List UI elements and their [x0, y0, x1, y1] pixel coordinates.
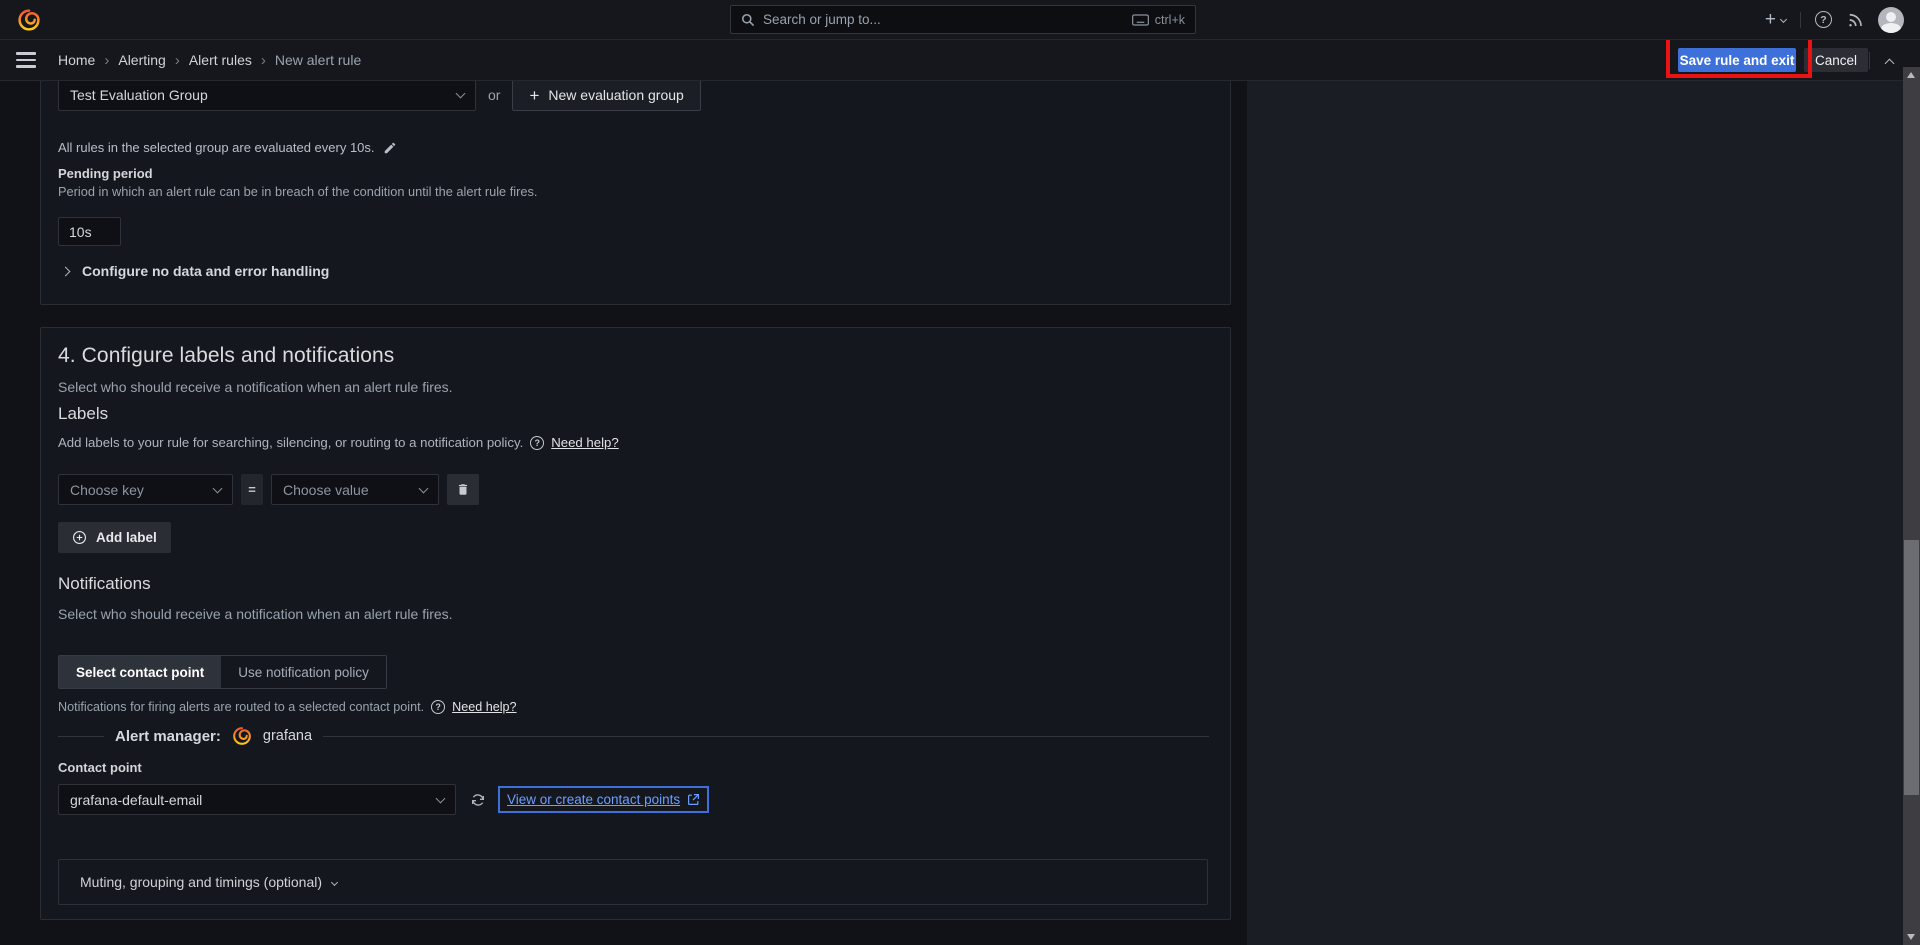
tab-use-notification-policy[interactable]: Use notification policy: [221, 656, 386, 688]
labels-description: Add labels to your rule for searching, s…: [58, 435, 523, 450]
pending-period-description: Period in which an alert rule can be in …: [58, 183, 578, 202]
alert-manager-value: grafana: [263, 728, 312, 744]
search-placeholder: Search or jump to...: [763, 12, 881, 27]
equals-badge: =: [241, 474, 263, 505]
add-menu-button[interactable]: +: [1765, 9, 1786, 31]
plus-icon: +: [1765, 9, 1776, 31]
section-title: 4. Configure labels and notifications: [58, 344, 394, 368]
divider: [1869, 52, 1870, 69]
notifications-need-help-link[interactable]: Need help?: [452, 700, 516, 714]
evaluation-behavior-card: Test Evaluation Group or + New evaluatio…: [40, 80, 1231, 305]
external-link-icon: [687, 793, 700, 806]
delete-label-button[interactable]: [447, 474, 479, 505]
alert-manager-label: Alert manager:: [115, 728, 221, 745]
label-value-select[interactable]: Choose value: [271, 474, 439, 505]
refresh-contact-points-button[interactable]: [470, 792, 486, 808]
page-header-bar: Home › Alerting › Alert rules › New aler…: [0, 40, 1920, 81]
menu-toggle-icon[interactable]: [16, 52, 36, 68]
view-contact-points-link[interactable]: View or create contact points: [500, 788, 707, 811]
top-navigation-bar: Search or jump to... ctrl+k + ?: [0, 0, 1920, 40]
notifications-heading: Notifications: [58, 574, 151, 594]
search-shortcut: ctrl+k: [1155, 13, 1185, 27]
contact-point-select[interactable]: grafana-default-email: [58, 784, 456, 815]
collapse-chevron-up-button[interactable]: [1886, 54, 1893, 70]
contact-point-label: Contact point: [58, 760, 142, 775]
search-input[interactable]: Search or jump to... ctrl+k: [730, 5, 1196, 34]
breadcrumb-separator: ›: [104, 52, 109, 69]
grafana-logo-icon: [232, 726, 252, 746]
evaluation-interval-note: All rules in the selected group are eval…: [58, 140, 375, 155]
help-icon: ?: [431, 700, 445, 714]
pending-period-label: Pending period: [58, 166, 153, 181]
notification-mode-radio-group: Select contact point Use notification po…: [58, 655, 387, 689]
chevron-down-icon: [436, 793, 446, 803]
no-data-error-handling-toggle[interactable]: Configure no data and error handling: [62, 263, 329, 279]
divider: [1800, 12, 1801, 28]
label-value-placeholder: Choose value: [283, 482, 412, 498]
chevron-down-icon: [331, 878, 338, 885]
evaluation-group-value: Test Evaluation Group: [70, 87, 449, 103]
keyboard-icon: [1132, 14, 1149, 26]
scroll-down-arrow-icon[interactable]: [1907, 934, 1915, 940]
breadcrumb-alert-rules[interactable]: Alert rules: [189, 52, 252, 68]
breadcrumb-home[interactable]: Home: [58, 52, 95, 68]
breadcrumb-separator: ›: [261, 52, 266, 69]
plus-circle-icon: [72, 530, 87, 545]
breadcrumb-alerting[interactable]: Alerting: [118, 52, 165, 68]
labels-notifications-card: 4. Configure labels and notifications Se…: [40, 327, 1231, 920]
divider: [58, 736, 104, 737]
trash-icon: [456, 482, 470, 497]
pending-period-input[interactable]: [58, 217, 121, 246]
edit-pencil-icon[interactable]: [383, 141, 397, 155]
chevron-down-icon: [419, 483, 429, 493]
grafana-logo-icon[interactable]: [16, 7, 42, 33]
help-icon: ?: [530, 436, 544, 450]
tab-select-contact-point[interactable]: Select contact point: [59, 656, 221, 688]
breadcrumb-current-page: New alert rule: [275, 52, 361, 68]
chevron-down-icon: [456, 89, 466, 99]
scroll-up-arrow-icon[interactable]: [1907, 72, 1915, 78]
section-subtitle: Select who should receive a notification…: [58, 379, 453, 395]
save-rule-and-exit-button[interactable]: Save rule and exit: [1678, 48, 1796, 72]
help-icon[interactable]: ?: [1815, 11, 1832, 28]
muting-grouping-timings-toggle[interactable]: Muting, grouping and timings (optional): [58, 859, 1208, 905]
contact-point-value: grafana-default-email: [70, 792, 429, 808]
routing-note: Notifications for firing alerts are rout…: [58, 700, 424, 714]
labels-heading: Labels: [58, 404, 108, 424]
labels-need-help-link[interactable]: Need help?: [551, 435, 618, 450]
evaluation-group-select[interactable]: Test Evaluation Group: [58, 80, 476, 111]
or-label: or: [488, 87, 500, 103]
notifications-subtitle: Select who should receive a notification…: [58, 606, 453, 622]
label-key-select[interactable]: Choose key: [58, 474, 233, 505]
refresh-icon: [470, 792, 486, 808]
breadcrumb: Home › Alerting › Alert rules › New aler…: [58, 52, 361, 69]
breadcrumb-separator: ›: [175, 52, 180, 69]
news-rss-icon[interactable]: [1846, 11, 1864, 29]
chevron-down-icon: [1780, 16, 1787, 23]
grafana-new-alert-rule-page: { "topbar": { "search": { "placeholder":…: [0, 0, 1920, 945]
chevron-right-icon: [61, 266, 71, 276]
scrollbar-thumb[interactable]: [1904, 540, 1919, 795]
label-key-placeholder: Choose key: [70, 482, 206, 498]
plus-icon: +: [529, 87, 539, 104]
vertical-scrollbar[interactable]: [1903, 67, 1920, 945]
new-evaluation-group-button[interactable]: + New evaluation group: [512, 79, 700, 111]
search-icon: [741, 13, 755, 27]
cancel-button[interactable]: Cancel: [1804, 48, 1868, 72]
user-avatar[interactable]: [1878, 7, 1904, 33]
chevron-down-icon: [213, 483, 223, 493]
add-label-button[interactable]: Add label: [58, 522, 171, 553]
divider: [323, 736, 1209, 737]
